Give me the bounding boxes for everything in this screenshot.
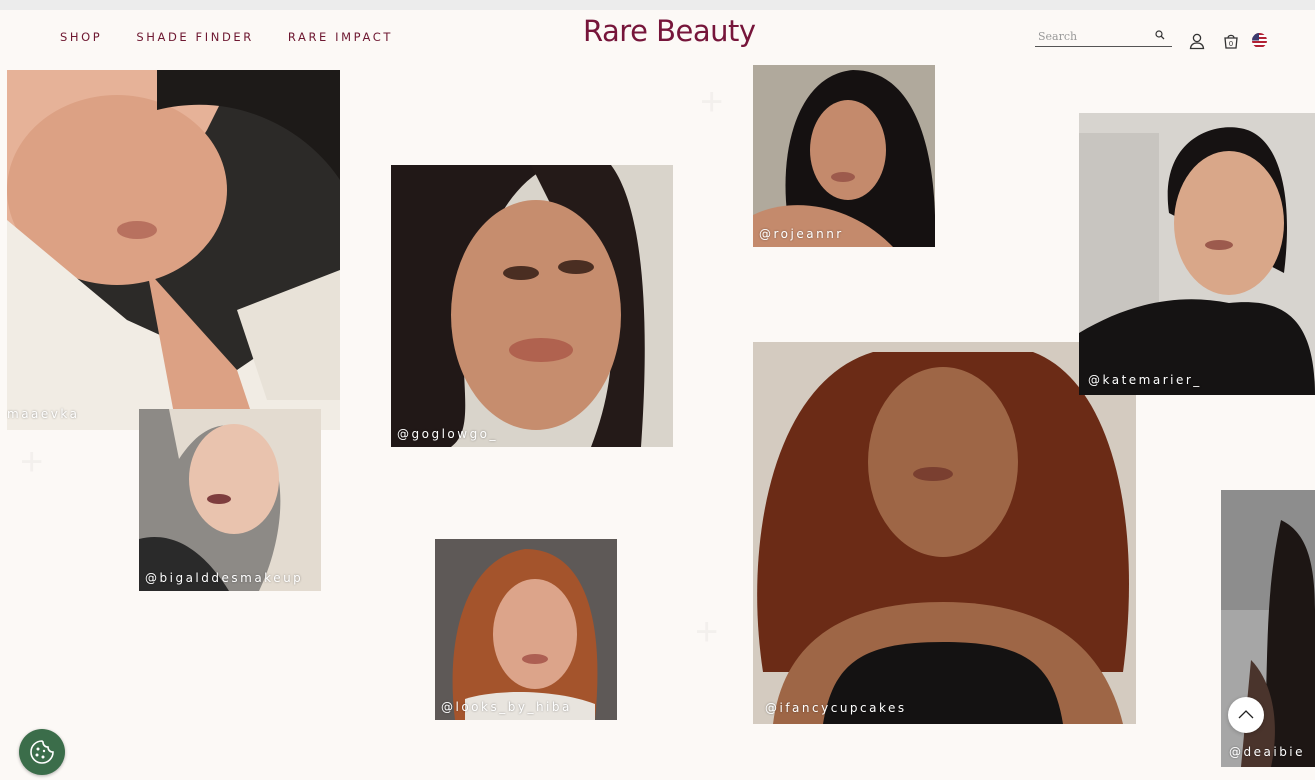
nav-rare-impact[interactable]: RARE IMPACT (288, 30, 393, 44)
chevron-up-icon (1238, 710, 1254, 719)
site-header: SHOP SHADE FINDER RARE IMPACT Rare Beaut… (0, 10, 1315, 66)
ugc-photo[interactable]: @bigalddesmakeup (139, 409, 321, 591)
photo-handle: maaevka (7, 407, 80, 421)
nav-shop[interactable]: SHOP (60, 30, 102, 44)
account-icon[interactable] (1188, 32, 1206, 50)
bag-count: 0 (1229, 40, 1233, 48)
photo-image (7, 70, 340, 430)
photo-handle: @goglowgo_ (397, 427, 499, 441)
bag-icon: 0 (1224, 34, 1238, 49)
background-cross: + (695, 610, 718, 655)
photo-handle: @bigalddesmakeup (145, 571, 304, 585)
search-icon[interactable] (1154, 29, 1166, 41)
photo-image (391, 165, 673, 447)
ugc-photo[interactable]: maaevka (7, 70, 340, 430)
cookie-settings-button[interactable] (19, 729, 65, 775)
bag-button[interactable]: 0 (1222, 32, 1240, 50)
ugc-photo[interactable]: @rojeannr (753, 65, 935, 247)
photo-handle: @ifancycupcakes (765, 701, 907, 715)
ugc-photo[interactable]: @goglowgo_ (391, 165, 673, 447)
browser-top-strip (0, 0, 1315, 10)
background-cross: + (700, 80, 723, 125)
photo-handle: @rojeannr (759, 227, 844, 241)
background-cross: + (20, 440, 43, 485)
ugc-photo[interactable]: @katemarier_ (1079, 113, 1315, 395)
photo-image (753, 342, 1136, 724)
search-input[interactable] (1035, 26, 1148, 46)
ugc-photo[interactable]: @ifancycupcakes (753, 342, 1136, 724)
nav-shade-finder[interactable]: SHADE FINDER (136, 30, 254, 44)
main-nav: SHOP SHADE FINDER RARE IMPACT (60, 30, 393, 44)
us-flag-icon[interactable] (1252, 33, 1267, 48)
ugc-photo[interactable]: @looks_by_hiba (435, 539, 617, 720)
photo-image (435, 539, 617, 720)
photo-handle: @katemarier_ (1088, 373, 1202, 387)
search-box (1035, 26, 1172, 47)
photo-image (753, 65, 935, 247)
photo-image (139, 409, 321, 591)
photo-image (1079, 113, 1315, 395)
cookie-icon (30, 740, 54, 764)
photo-handle: @deaibie (1229, 745, 1306, 759)
photo-handle: @looks_by_hiba (441, 700, 572, 714)
scroll-to-top-button[interactable] (1228, 697, 1264, 733)
brand-logo[interactable]: Rare Beauty (583, 14, 756, 48)
